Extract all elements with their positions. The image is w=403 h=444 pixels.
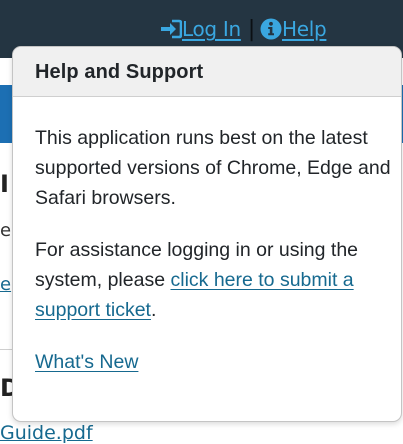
guide-pdf-link[interactable]: Guide.pdf [0,422,120,444]
login-label: Log In [182,17,241,41]
popover-title: Help and Support [35,61,204,83]
help-link[interactable]: Help [260,17,327,41]
info-circle-icon [260,18,282,40]
sign-in-icon [160,19,182,39]
whats-new-link[interactable]: What's New [35,351,138,373]
assistance-text: For assistance logging in or using the s… [35,235,391,325]
help-label: Help [281,17,327,41]
nav-links: Log In | Help [160,15,327,43]
login-link[interactable]: Log In [160,17,241,41]
whats-new-paragraph: What's New [35,347,391,377]
nav-separator: | [247,16,255,42]
assistance-text-suffix: . [150,299,157,321]
browser-support-text: This application runs best on the latest… [35,127,391,209]
help-popover: Help and Support This application runs b… [12,46,402,422]
popover-header: Help and Support [13,47,401,97]
popover-body: This application runs best on the latest… [13,97,401,377]
